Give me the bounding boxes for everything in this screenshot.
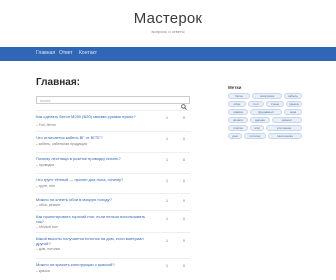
question-tags[interactable]: – проводка	[36, 163, 151, 167]
search-placeholder: поиск	[40, 98, 51, 103]
question-row: Что грунт тёплый — прочен для пола, поче…	[36, 173, 190, 193]
answers-count: 1	[166, 137, 168, 141]
nav-item-home[interactable]: Главная	[36, 50, 55, 56]
tag-pill[interactable]: потолок	[244, 133, 266, 139]
tag-pill[interactable]: пол	[248, 101, 264, 107]
question-tags[interactable]: – грунт, пол	[36, 184, 151, 188]
question-row: Как сделать бетон M250 (B20) своими рука…	[36, 110, 190, 130]
views-count: 0	[183, 239, 185, 243]
answers-count: 1	[166, 264, 168, 268]
site-header: Мастерок вопросы и ответы	[0, 0, 336, 44]
tag-pill[interactable]: гипс	[250, 125, 264, 131]
answers-count: 1	[166, 199, 168, 203]
views-count: 0	[183, 217, 185, 221]
question-row: Как проектировать горячий пол, если нель…	[36, 210, 190, 232]
site-tagline: вопросы и ответы	[151, 29, 185, 34]
views-count: 0	[183, 199, 185, 203]
views-count: 0	[183, 137, 185, 141]
views-count: 0	[183, 116, 185, 120]
question-title[interactable]: Как проектировать горячий пол, если нель…	[36, 214, 151, 224]
tag-pill[interactable]: утепление	[266, 125, 302, 131]
answers-count: 1	[166, 179, 168, 183]
question-row: Почему лестница в розетке проводку питат…	[36, 152, 190, 173]
search-input[interactable]: поиск	[36, 96, 190, 110]
question-row: Что отличается кабель ВГ от ВГПГ? – кабе…	[36, 131, 190, 152]
question-title[interactable]: Какой высоты получается потолок на дом, …	[36, 236, 151, 246]
question-row: Можно ли красить конструкции с краской? …	[36, 258, 190, 280]
question-tags[interactable]: – тёплый пол	[36, 225, 151, 229]
main-nav: Главная Ответ Контакт	[0, 47, 336, 61]
question-tags[interactable]: – кабель, кабельная продукция	[36, 142, 151, 146]
tag-pill[interactable]: ремонт	[272, 117, 302, 123]
question-title[interactable]: Что отличается кабель ВГ от ВГПГ?	[36, 135, 151, 140]
question-row: Какой высоты получается потолок на дом, …	[36, 232, 190, 254]
views-count: 0	[183, 158, 185, 162]
tag-pill[interactable]: плитка	[228, 125, 248, 131]
question-tags[interactable]: – обои, ремонт	[36, 203, 151, 207]
answers-count: 1	[166, 217, 168, 221]
question-title[interactable]: Можно ли красить конструкции с краской?	[36, 262, 151, 267]
tag-pill[interactable]: стены	[266, 101, 284, 107]
tags-heading: Метки	[228, 85, 242, 90]
question-tags[interactable]: – краска	[36, 269, 151, 273]
tag-pill[interactable]: дом	[228, 133, 242, 139]
question-title[interactable]: Как сделать бетон M250 (B20) своими рука…	[36, 114, 151, 119]
site-title[interactable]: Мастерок	[0, 10, 336, 27]
tag-pill[interactable]: сантехника	[268, 133, 302, 139]
answers-count: 1	[166, 116, 168, 120]
page-title: Главная:	[36, 77, 80, 88]
question-title[interactable]: Можно ли клеить обои в мокрую погоду?	[36, 197, 151, 202]
answers-count: 1	[166, 239, 168, 243]
tag-pill[interactable]: дерево	[250, 117, 270, 123]
question-tags[interactable]: – дом, потолок	[36, 247, 151, 251]
answers-count: 1	[166, 158, 168, 162]
tag-pill[interactable]: краска	[228, 109, 248, 115]
question-tags[interactable]: – Full, бетон	[36, 123, 151, 127]
question-title[interactable]: Что грунт тёплый — прочен для пола, поче…	[36, 177, 151, 182]
nav-item-answer[interactable]: Ответ	[59, 50, 73, 56]
tag-pill[interactable]: крыша	[286, 101, 302, 107]
tag-pill[interactable]: электрика	[252, 93, 282, 99]
nav-item-contact[interactable]: Контакт	[79, 50, 97, 56]
tag-pill[interactable]: фундамент	[250, 109, 282, 115]
views-count: 0	[183, 179, 185, 183]
question-row: Можно ли клеить обои в мокрую погоду? – …	[36, 193, 190, 210]
tag-pill[interactable]: бетон	[228, 93, 250, 99]
question-title[interactable]: Почему лестница в розетке проводку питат…	[36, 156, 151, 161]
tag-pill[interactable]: обои	[228, 101, 246, 107]
tag-pill[interactable]: окна	[284, 109, 302, 115]
tag-pill[interactable]: кабель	[284, 93, 302, 99]
views-count: 0	[183, 264, 185, 268]
tag-pill[interactable]: кровля	[228, 117, 248, 123]
